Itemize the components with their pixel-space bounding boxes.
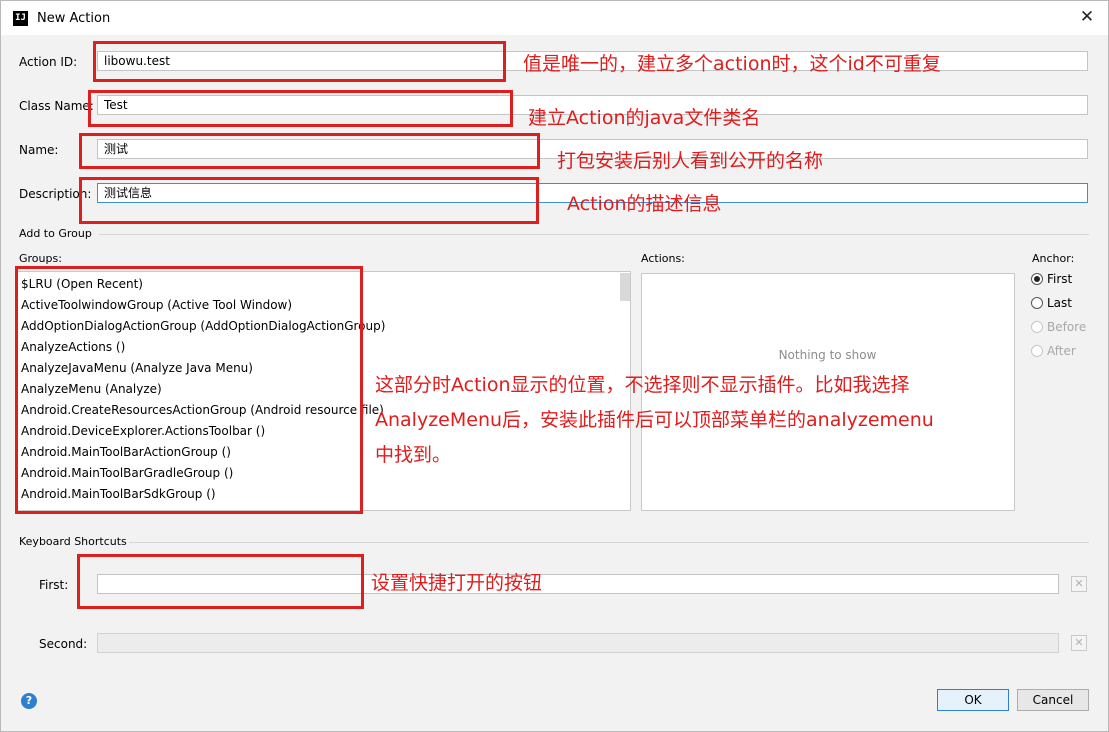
annotation-box-name (79, 133, 540, 169)
class-name-label: Class Name: (19, 99, 94, 113)
anchor-first-radio[interactable] (1031, 273, 1043, 285)
dialog-title: New Action (37, 11, 111, 26)
annotation-name: 打包安装后别人看到公开的名称 (557, 150, 824, 172)
annotation-description: Action的描述信息 (567, 193, 722, 215)
groups-scrollbar[interactable] (620, 273, 630, 301)
annotation-shortcut: 设置快捷打开的按钮 (371, 572, 543, 594)
anchor-first-label[interactable]: First (1047, 272, 1072, 286)
annotation-box-action-id (93, 41, 506, 82)
actions-empty-text: Nothing to show (778, 348, 877, 362)
new-action-dialog: IJ New Action ✕ Action ID: libowu.test C… (0, 0, 1109, 732)
actions-label: Actions: (641, 252, 685, 265)
annotation-groups-line3: 中找到。 (375, 444, 452, 466)
anchor-after-radio (1031, 345, 1043, 357)
intellij-app-icon: IJ (13, 11, 28, 26)
first-shortcut-label: First: (39, 578, 69, 592)
title-bar: IJ New Action ✕ (1, 1, 1108, 35)
clear-second-shortcut-icon[interactable]: ✕ (1071, 635, 1087, 651)
annotation-class-name: 建立Action的java文件类名 (528, 107, 761, 129)
close-icon[interactable]: ✕ (1077, 7, 1097, 27)
annotation-action-id: 值是唯一的，建立多个action时，这个id不可重复 (523, 53, 941, 75)
annotation-box-description (79, 177, 539, 224)
anchor-label: Anchor: (1032, 252, 1075, 265)
keyboard-shortcuts-section-label: Keyboard Shortcuts (19, 535, 127, 548)
anchor-last-radio[interactable] (1031, 297, 1043, 309)
keyboard-shortcuts-divider (129, 542, 1089, 543)
annotation-groups-line1: 这部分时Action显示的位置，不选择则不显示插件。比如我选择 (375, 374, 910, 396)
groups-label: Groups: (19, 252, 62, 265)
anchor-before-label: Before (1047, 320, 1087, 334)
anchor-before-radio (1031, 321, 1043, 333)
cancel-button[interactable]: Cancel (1017, 689, 1089, 711)
action-id-label: Action ID: (19, 55, 78, 69)
name-label: Name: (19, 143, 59, 157)
annotation-groups-line2: AnalyzeMenu后，安装此插件后可以顶部菜单栏的analyzemenu (375, 409, 934, 431)
second-shortcut-input (97, 633, 1059, 653)
anchor-after-label: After (1047, 344, 1076, 358)
annotation-box-shortcut (77, 554, 364, 609)
annotation-box-class-name (88, 90, 513, 127)
second-shortcut-label: Second: (39, 637, 88, 651)
anchor-last-label[interactable]: Last (1047, 296, 1072, 310)
add-to-group-section-label: Add to Group (19, 227, 92, 240)
help-icon[interactable]: ? (21, 693, 37, 709)
ok-button[interactable]: OK (937, 689, 1009, 711)
clear-first-shortcut-icon[interactable]: ✕ (1071, 576, 1087, 592)
add-to-group-divider (99, 234, 1089, 235)
annotation-box-groups (15, 266, 363, 514)
